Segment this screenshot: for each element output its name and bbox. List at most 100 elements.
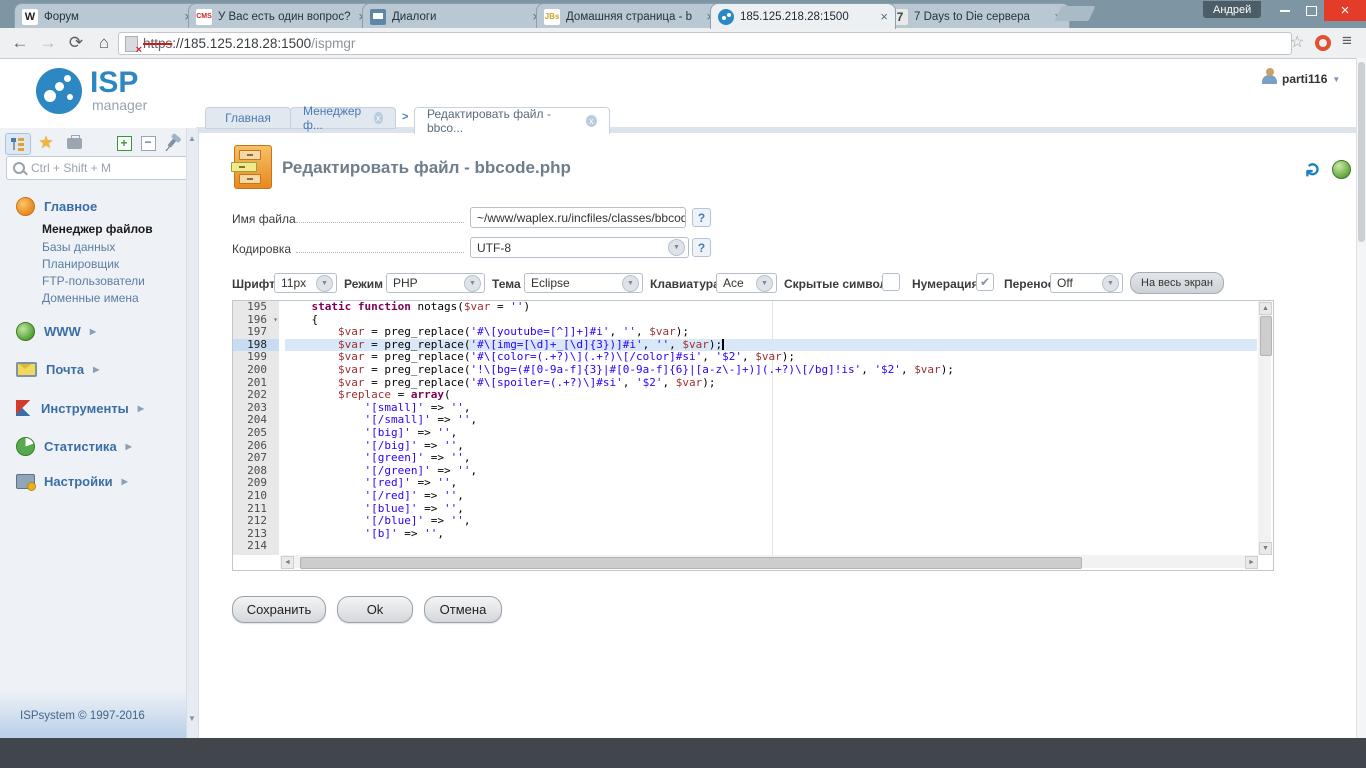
extension-icon[interactable] [1315,35,1331,51]
code-line [285,540,1257,553]
gutter-line-number[interactable]: 197 [233,326,279,339]
close-tab-icon[interactable]: × [880,10,888,23]
collapse-all-icon[interactable]: − [136,133,160,153]
browser-menu-icon[interactable]: ≡ [1342,31,1352,51]
filename-help-button[interactable]: ? [692,208,711,227]
gutter-line-number[interactable]: 200 [233,364,279,377]
scroll-down-icon[interactable]: ▼ [188,714,196,723]
logo-text-isp: ISP [90,66,138,100]
gutter-line-number[interactable]: 207 [233,452,279,465]
browser-tab-title: Диалоги [392,11,526,23]
browser-profile-badge[interactable]: Андрей [1203,1,1261,18]
forward-icon[interactable]: → [36,31,60,55]
sidebar-item-domains[interactable]: Доменные имена [42,291,139,305]
editor-code[interactable]: static function notags($var = '') { $var… [285,301,1257,555]
theme-select[interactable]: Eclipse ▼ [524,273,643,293]
browser-tab-ispmgr[interactable]: 185.125.218.28:1500 × [710,3,896,29]
scroll-right-icon[interactable]: ► [1245,556,1258,569]
cancel-button[interactable]: Отмена [424,596,502,623]
sidebar-item-databases[interactable]: Базы данных [42,240,115,254]
briefcase-icon[interactable] [62,133,86,153]
refresh-page-icon[interactable]: ↻ [1302,162,1325,178]
page-scroll-thumb[interactable] [1358,62,1365,242]
address-bar[interactable]: https://185.125.218.28:1500/ispmgr [118,32,1292,55]
menu-search-input[interactable]: Ctrl + Shift + M [6,156,190,180]
pin-icon[interactable] [160,133,184,153]
horizontal-scroll-thumb[interactable] [300,557,1082,569]
favorites-star-icon[interactable]: ★ [34,133,58,153]
tab-file-manager[interactable]: Менеджер ф... x [290,107,396,129]
sidebar-section-mail[interactable]: Почта ▶ [16,362,99,377]
new-tab-button[interactable] [1055,6,1096,21]
plus-glyph: + [117,136,132,151]
expand-all-icon[interactable]: + [112,133,136,153]
vertical-scroll-thumb[interactable] [1260,316,1272,356]
sidebar-section-tools[interactable]: Инструменты ▶ [16,400,144,416]
keyboard-select[interactable]: Ace ▼ [716,273,777,293]
bookmark-star-icon[interactable]: ☆ [1290,32,1304,52]
sidebar-scrollbar[interactable] [186,128,199,738]
scroll-up-icon[interactable]: ▲ [1259,302,1272,315]
close-icon[interactable]: x [374,112,384,124]
gutter-line-number[interactable]: 210 [233,490,279,503]
mode-select[interactable]: PHP ▼ [386,273,485,293]
gutter-line-number[interactable]: 195 [233,301,279,314]
sidebar-section-statistics[interactable]: Статистика ▶ [16,437,132,456]
check-icon: ✔ [980,275,990,289]
window-restore-button[interactable] [1298,0,1324,21]
home-icon[interactable]: ⌂ [92,31,116,55]
fold-icon[interactable]: ▾ [273,314,278,327]
tab-label: Менеджер ф... [303,104,368,132]
tab-edit-file[interactable]: Редактировать файл - bbco... x [414,107,610,134]
sidebar-item-scheduler[interactable]: Планировщик [42,257,119,271]
user-menu[interactable]: parti116 ▼ [1262,72,1340,86]
ok-button[interactable]: Ok [337,596,413,623]
browser-tab-cms[interactable]: CMS У Вас есть один вопрос? × [188,3,374,29]
chevron-right-icon: ▶ [138,404,144,413]
save-button[interactable]: Сохранить [232,596,326,623]
user-avatar [1262,75,1277,84]
insecure-page-icon[interactable] [125,36,138,52]
chevron-right-icon: ▶ [126,442,132,451]
tools-section-icon [16,400,32,416]
sidebar-section-settings[interactable]: Настройки ▶ [16,474,128,489]
encoding-help-button[interactable]: ? [692,238,711,257]
browser-tab-home[interactable]: JBs Домашняя страница - b × [536,3,722,29]
page-title: Редактировать файл - bbcode.php [282,158,571,178]
filename-input[interactable]: ~/www/waplex.ru/incfiles/classes/bbcode.… [470,207,686,228]
gutter-line-number[interactable]: 205 [233,427,279,440]
filename-label: Имя файла [232,212,296,226]
sidebar-section-main[interactable]: Главное [16,197,97,216]
search-icon [13,162,25,174]
gutter-line-number[interactable]: 202 [233,389,279,402]
sidebar-section-www[interactable]: WWW ▶ [16,322,96,341]
scroll-left-icon[interactable]: ◄ [281,556,294,569]
sidebar-item-ftp-users[interactable]: FTP-пользователи [42,274,145,288]
tab-main[interactable]: Главная [205,107,291,129]
browser-tab-forum[interactable]: W Форум × [14,3,200,29]
gutter-line-number[interactable]: 214 [233,540,279,553]
numbering-checkbox[interactable]: ✔ [976,273,994,291]
chevron-down-icon: ▼ [668,239,685,256]
gutter-line-number[interactable]: 212 [233,515,279,528]
reload-icon[interactable]: ⟳ [64,31,88,55]
browser-tab-7dtd[interactable]: 7 7 Days to Die сервера × [884,3,1070,29]
sidebar-item-file-manager[interactable]: Менеджер файлов [42,222,153,236]
back-icon[interactable]: ← [8,31,32,55]
scroll-up-icon[interactable]: ▲ [188,134,196,143]
tree-view-icon[interactable] [5,133,31,155]
browser-tab-dialogs[interactable]: Диалоги × [362,3,548,29]
close-icon[interactable]: x [586,115,597,127]
window-minimize-button[interactable] [1272,0,1298,21]
globe-icon[interactable] [1332,160,1351,179]
font-select[interactable]: 11px ▼ [274,273,337,293]
url-path: /ispmgr [311,36,355,51]
fullscreen-button[interactable]: На весь экран [1130,272,1224,294]
wrap-value: Off [1057,276,1073,290]
scroll-down-icon[interactable]: ▼ [1259,542,1272,555]
wrap-select[interactable]: Off ▼ [1050,273,1123,293]
encoding-select[interactable]: UTF-8 ▼ [470,237,689,258]
window-close-button[interactable]: × [1324,0,1366,21]
statistics-section-icon [16,437,35,456]
hidden-symbols-checkbox[interactable] [882,273,900,291]
